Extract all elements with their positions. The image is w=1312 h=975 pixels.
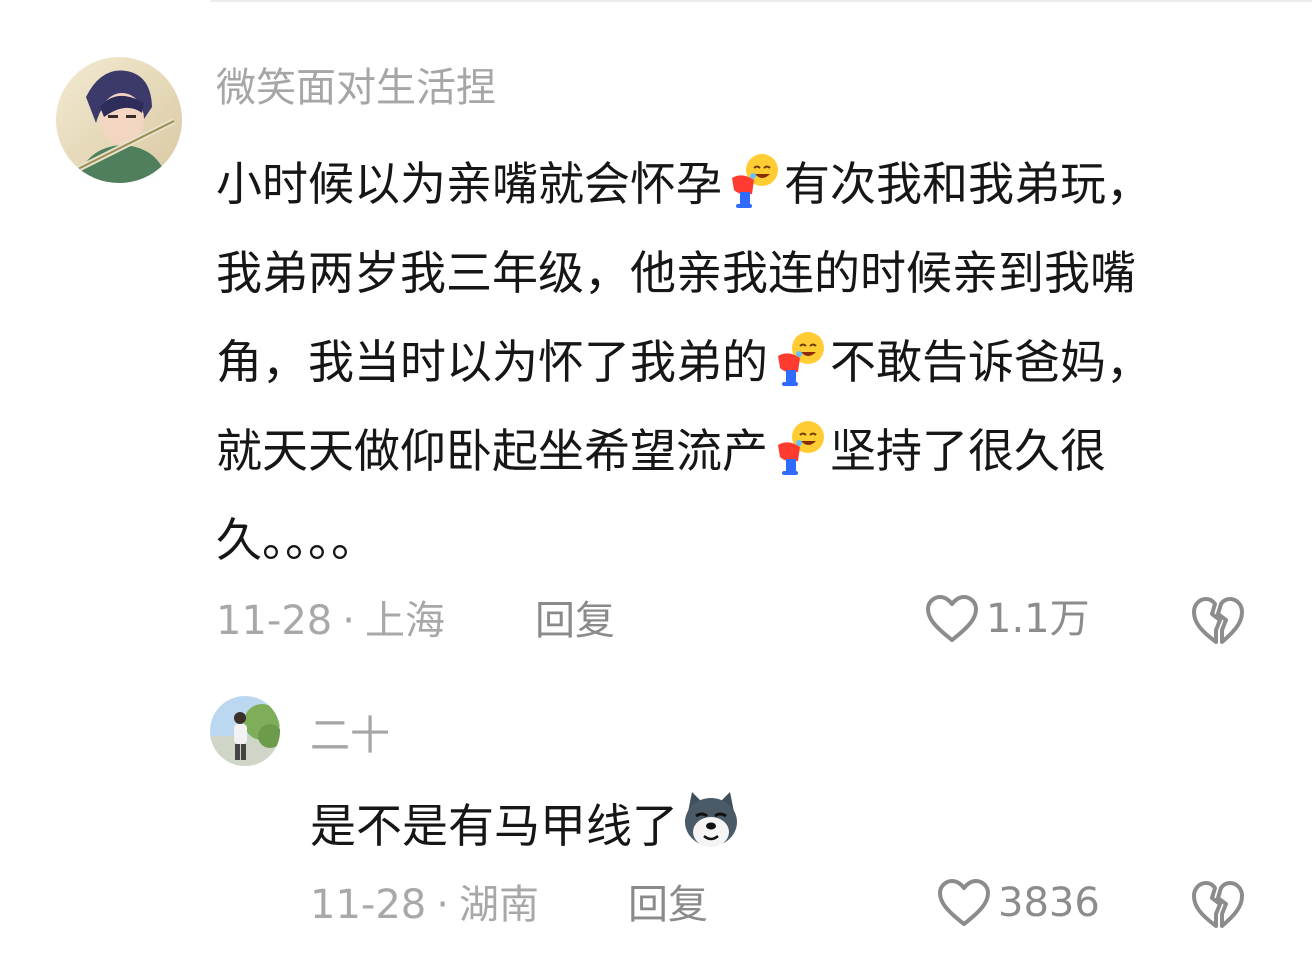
comment-text-segment: 小时候以为亲嘴就会怀孕 — [216, 157, 722, 211]
comment-text: 小时候以为亲嘴就会怀孕 有次我和我弟玩， 我弟两岁我三年级，他亲我连的时候亲到我… — [216, 140, 1152, 585]
comment-date: 11-28 — [310, 882, 427, 928]
comment-location: 上海 — [364, 598, 445, 644]
bowing-laugh-emoji-icon — [778, 332, 824, 386]
comment-meta: 11-28 · 上海 — [216, 596, 445, 646]
shiba-doge-emoji-icon — [685, 792, 737, 847]
comment-text-segment: 角，我当时以为怀了我弟的 — [216, 335, 768, 389]
meta-separator: · — [436, 882, 449, 928]
heart-outline-icon — [938, 879, 990, 926]
bowing-laugh-emoji-icon — [778, 421, 824, 475]
reply-user-avatar[interactable] — [210, 696, 280, 766]
meta-separator: · — [342, 598, 355, 644]
comment-location: 湖南 — [458, 882, 539, 928]
bowing-laugh-emoji-icon — [732, 154, 778, 208]
reply-button[interactable]: 回复 — [628, 880, 708, 930]
comment-text-segment: 不敢告诉爸妈， — [830, 335, 1152, 389]
top-divider — [210, 0, 1312, 8]
comment-username[interactable]: 微笑面对生活捏 — [216, 62, 496, 114]
reply-comment-text: 是不是有马甲线了 — [310, 790, 744, 856]
reply-username[interactable]: 二十 — [310, 710, 390, 762]
comment-line: 就天天做仰卧起坐希望流产 坚持了很久很 — [216, 407, 1152, 496]
like-button[interactable]: 3836 — [936, 878, 1100, 928]
comment-text-segment: 就天天做仰卧起坐希望流产 — [216, 424, 768, 478]
comment-text-segment: 是不是有马甲线了 — [310, 799, 678, 853]
comment-text-segment: 有次我和我弟玩， — [784, 157, 1152, 211]
broken-heart-icon[interactable] — [1190, 876, 1246, 932]
comment-text-segment: 我弟两岁我三年级，他亲我连的时候亲到我嘴 — [216, 246, 1136, 300]
comment-line: 我弟两岁我三年级，他亲我连的时候亲到我嘴 — [216, 229, 1152, 318]
comment-date: 11-28 — [216, 598, 333, 644]
like-count: 1.1万 — [986, 596, 1090, 642]
user-avatar[interactable] — [56, 57, 182, 183]
reply-meta: 11-28 · 湖南 — [310, 880, 539, 930]
heart-outline-icon — [926, 595, 978, 642]
like-count: 3836 — [998, 880, 1100, 926]
comment-line: 久。。。。 — [216, 496, 1152, 585]
reply-button[interactable]: 回复 — [535, 596, 615, 646]
broken-heart-icon[interactable] — [1190, 592, 1246, 648]
comment-text-segment: 坚持了很久很 — [830, 424, 1106, 478]
comment-line: 角，我当时以为怀了我弟的 不敢告诉爸妈， — [216, 318, 1152, 407]
comment-line: 小时候以为亲嘴就会怀孕 有次我和我弟玩， — [216, 140, 1152, 229]
like-button[interactable]: 1.1万 — [924, 594, 1090, 644]
comment-text-segment: 久。。。。 — [216, 513, 377, 567]
